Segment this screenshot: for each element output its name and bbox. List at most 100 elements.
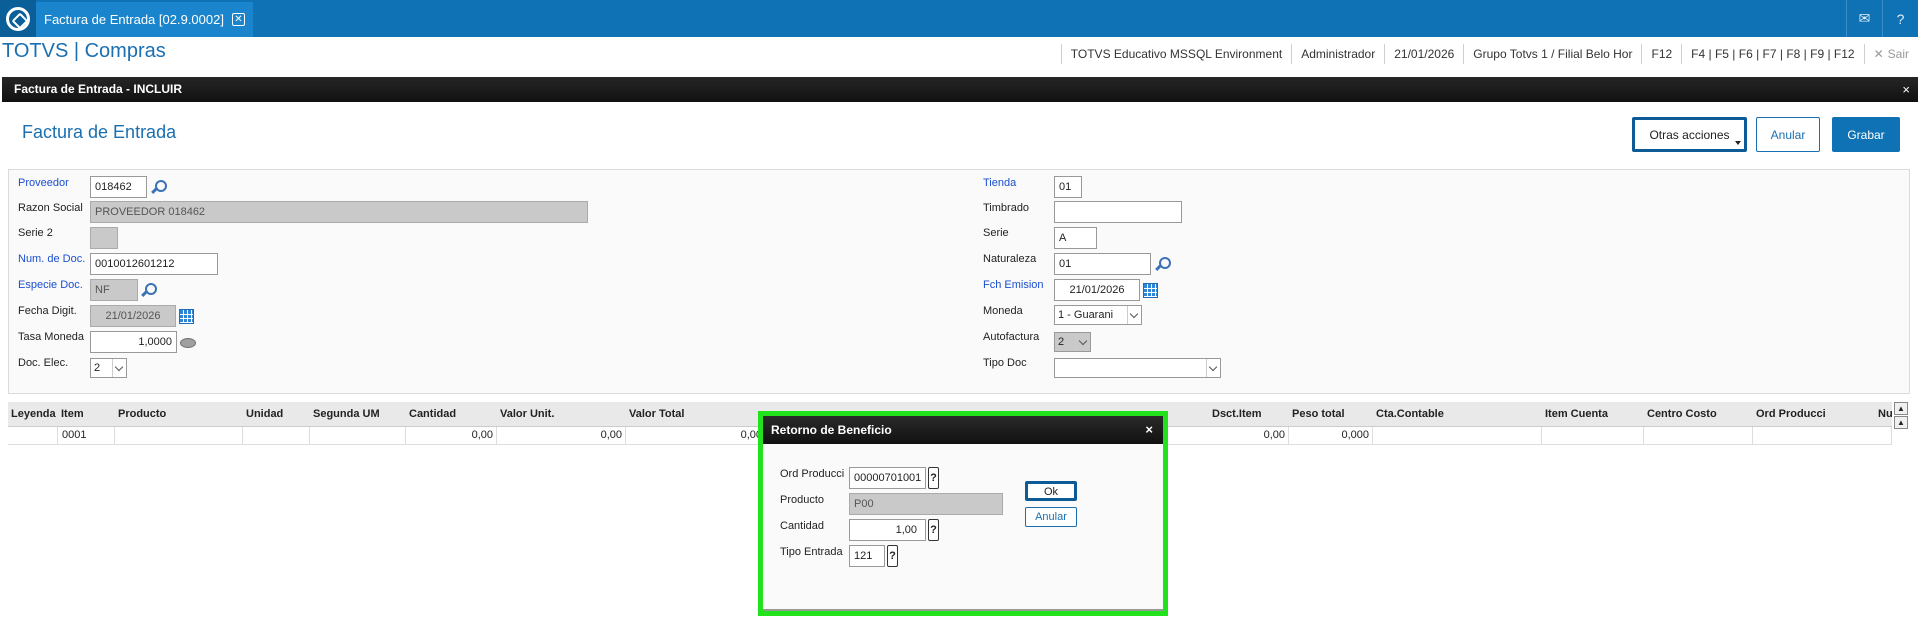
tasa-moneda-field[interactable]: 1,0000 (90, 331, 177, 353)
ok-button[interactable]: Ok (1025, 481, 1077, 501)
status-keys[interactable]: F4 | F5 | F6 | F7 | F8 | F9 | F12 (1681, 44, 1863, 64)
coins-icon[interactable] (180, 338, 196, 348)
scroll-top-icon[interactable]: ▲ (1894, 402, 1908, 415)
tipo-doc-label: Tipo Doc (983, 357, 1027, 369)
ord-producci-help-button[interactable]: ? (928, 467, 939, 489)
cantidad-help-button[interactable]: ? (928, 519, 939, 541)
chevron-down-icon (1735, 141, 1741, 145)
help-icon[interactable]: ? (1882, 0, 1918, 37)
cell-segunda-um (310, 427, 406, 444)
cell-leyenda (8, 427, 58, 444)
proveedor-label: Proveedor (18, 177, 69, 189)
razon-social-field: PROVEEDOR 018462 (90, 201, 588, 223)
tipo-doc-select[interactable] (1054, 358, 1221, 378)
autofactura-label: Autofactura (983, 331, 1040, 343)
timbrado-field[interactable] (1054, 201, 1182, 223)
tipo-entrada-help-button[interactable]: ? (887, 545, 898, 567)
otras-acciones-label: Otras acciones (1649, 127, 1730, 142)
moneda-select[interactable]: 1 - Guarani (1054, 305, 1142, 325)
tipo-entrada-label: Tipo Entrada (780, 546, 843, 558)
cell-peso-total: 0,000 (1289, 427, 1373, 444)
col-item-cuenta[interactable]: Item Cuenta (1542, 402, 1608, 427)
ord-producci-field[interactable]: 00000701001 (849, 467, 926, 489)
serie-label: Serie (983, 227, 1009, 239)
doc-elec-value: 2 (94, 362, 101, 374)
num-doc-field[interactable]: 0010012601212 (90, 253, 218, 275)
totvs-logo-icon[interactable] (0, 0, 36, 37)
retorno-beneficio-dialog: Retorno de Beneficio × Ord Producci 0000… (758, 411, 1168, 616)
otras-acciones-button[interactable]: Otras acciones (1632, 117, 1747, 152)
razon-social-label: Razon Social (18, 202, 83, 214)
cell-ord-producci (1753, 427, 1892, 444)
cantidad-field[interactable]: 1,00 (849, 519, 926, 541)
anular-button[interactable]: Anular (1756, 117, 1820, 152)
grid-scrollbar[interactable]: ▲ ▲ (1894, 402, 1908, 430)
ord-producci-label: Ord Producci (780, 468, 845, 480)
dialog-close-icon[interactable]: × (1145, 416, 1153, 444)
dialog-header: Retorno de Beneficio × (763, 416, 1163, 444)
col-producto[interactable]: Producto (115, 402, 166, 427)
status-environment: TOTVS Educativo MSSQL Environment (1060, 44, 1291, 64)
cell-valor-total: 0,00 (626, 427, 766, 444)
status-branch[interactable]: Grupo Totvs 1 / Filial Belo Hor (1463, 44, 1641, 64)
status-user: Administrador (1291, 44, 1384, 64)
grabar-button[interactable]: Grabar (1832, 117, 1900, 152)
producto-label: Producto (780, 494, 825, 506)
search-icon[interactable] (1154, 256, 1171, 272)
exit-button[interactable]: ✕ Sair (1863, 44, 1918, 64)
status-date: 21/01/2026 (1384, 44, 1463, 64)
moneda-label: Moneda (983, 305, 1023, 317)
search-icon[interactable] (150, 179, 167, 195)
col-cta-contable[interactable]: Cta.Contable (1373, 402, 1444, 427)
proveedor-field[interactable]: 018462 (90, 176, 147, 198)
cell-cantidad: 0,00 (406, 427, 497, 444)
search-icon[interactable] (140, 282, 157, 298)
calendar-icon[interactable] (179, 309, 194, 324)
window-title: Factura de Entrada - INCLUIR (14, 82, 183, 96)
col-segunda-um[interactable]: Segunda UM (310, 402, 380, 427)
col-cantidad[interactable]: Cantidad (406, 402, 456, 427)
col-peso-total[interactable]: Peso total (1289, 402, 1345, 427)
cantidad-label: Cantidad (780, 520, 825, 532)
especie-doc-label: Especie Doc. (18, 279, 83, 291)
mail-icon[interactable]: ✉ (1846, 0, 1882, 37)
scroll-up-icon[interactable]: ▲ (1894, 416, 1908, 429)
col-centro-costo[interactable]: Centro Costo (1644, 402, 1717, 427)
calendar-icon[interactable] (1143, 283, 1158, 298)
window-header: Factura de Entrada - INCLUIR × (2, 77, 1918, 102)
col-dsct-item[interactable]: Dsct.Item (1209, 402, 1262, 427)
serie2-field (90, 227, 118, 249)
col-leyenda[interactable]: Leyenda (8, 402, 56, 427)
tienda-field[interactable]: 01 (1054, 176, 1082, 198)
form-panel: Proveedor 018462 Razon Social PROVEEDOR … (8, 169, 1910, 394)
col-item[interactable]: Item (58, 402, 84, 427)
cell-dsct-item: 0,00 (1209, 427, 1289, 444)
close-icon: ✕ (1873, 47, 1884, 61)
chevron-down-icon (1206, 359, 1220, 377)
chevron-down-icon (1076, 333, 1090, 351)
tab-close-icon[interactable]: ✕ (231, 13, 245, 26)
serie-field[interactable]: A (1054, 227, 1097, 249)
cell-item-cuenta (1542, 427, 1644, 444)
autofactura-value: 2 (1058, 336, 1065, 348)
app-title: TOTVS | Compras (2, 40, 166, 62)
dialog-anular-button[interactable]: Anular (1025, 507, 1077, 527)
timbrado-label: Timbrado (983, 202, 1030, 214)
col-valor-unit[interactable]: Valor Unit. (497, 402, 554, 427)
col-nu[interactable]: Nu (1875, 402, 1893, 427)
doc-elec-select[interactable]: 2 (90, 358, 127, 378)
fecha-digit-field: 21/01/2026 (90, 305, 176, 327)
fch-emision-field[interactable]: 21/01/2026 (1054, 279, 1140, 301)
col-valor-total[interactable]: Valor Total (626, 402, 684, 427)
col-ord-producci[interactable]: Ord Producci (1753, 402, 1826, 427)
col-unidad[interactable]: Unidad (243, 402, 283, 427)
window-close-icon[interactable]: × (1902, 77, 1910, 102)
status-f12[interactable]: F12 (1641, 44, 1681, 64)
cell-unidad (243, 427, 310, 444)
tab-factura-de-entrada[interactable]: Factura de Entrada [02.9.0002] ✕ (36, 2, 253, 37)
dialog-title: Retorno de Beneficio (771, 423, 892, 437)
naturaleza-field[interactable]: 01 (1054, 253, 1151, 275)
form-title: Factura de Entrada (22, 122, 177, 142)
dialog-body: Ord Producci 00000701001 ? Producto P00 … (763, 444, 1163, 611)
tipo-entrada-field[interactable]: 121 (849, 545, 885, 567)
